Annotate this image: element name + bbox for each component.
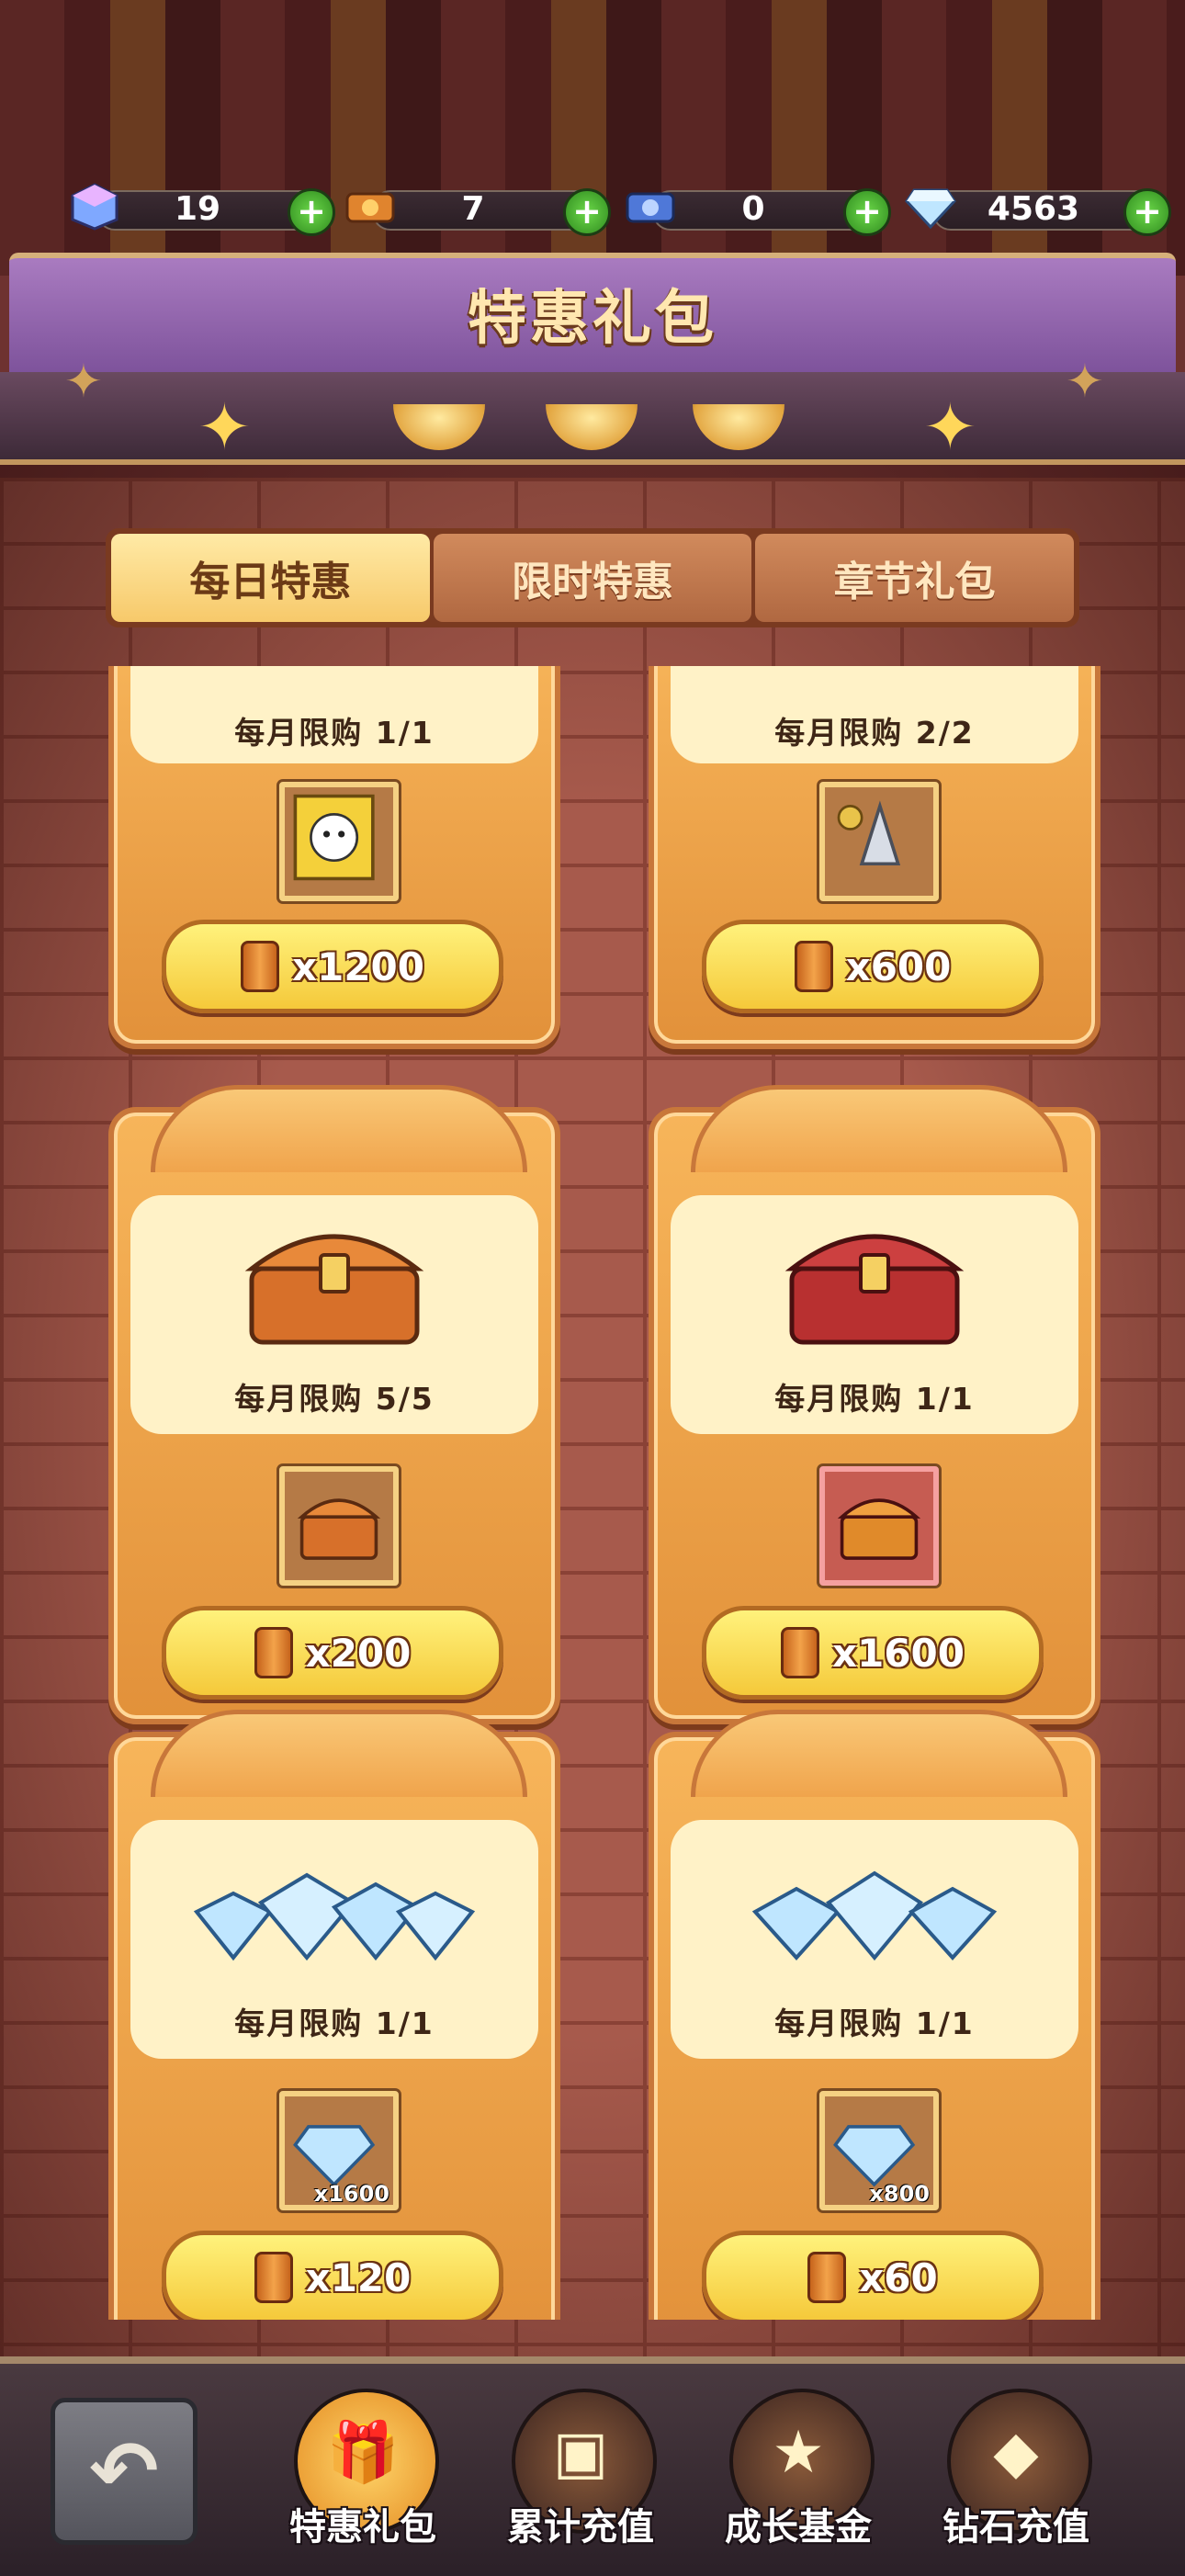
star-decoration-icon: ✦ (64, 355, 103, 408)
reward-slot[interactable]: x1600 (279, 2091, 399, 2210)
currency-bar: 19 + 7 + 0 + 4563 + (0, 179, 1185, 253)
card-crest (151, 1710, 527, 1797)
star-decoration-icon: ✦ (923, 390, 977, 465)
tab-chapter-packs[interactable]: 章节礼包 (755, 534, 1075, 622)
card-crest (691, 1710, 1067, 1797)
buy-button[interactable]: x200 (162, 1606, 503, 1700)
red-chest-icon (837, 1498, 921, 1560)
currency-value: 7 (461, 190, 485, 228)
offer-card: 每月限购 1/1 x1600 x120 (108, 1710, 560, 2320)
nav-label: 成长基金 (725, 2506, 872, 2548)
star-decoration-icon: ✦ (1066, 355, 1104, 408)
slot-quantity: x1600 (313, 2181, 389, 2207)
back-arrow-icon: ↶ (89, 2423, 159, 2520)
price-label: x1600 (832, 1630, 965, 1676)
page-title: 特惠礼包 (468, 285, 717, 353)
orange-chest-icon (297, 1498, 381, 1560)
offer-card: 每月限购 1/1 x1600 (649, 1085, 1100, 1724)
diamond-cart-icon: ◆ (993, 2419, 1039, 2487)
purchase-limit: 每月限购 1/1 (234, 715, 434, 751)
orange-chest-icon (244, 1234, 424, 1345)
ticket-icon (345, 192, 395, 223)
energy-can-icon (254, 1627, 293, 1678)
card-crest (151, 1085, 527, 1172)
offer-card: 每月限购 1/1 x1200 (108, 666, 560, 1049)
currency-blue-ticket: 0 + (625, 179, 891, 236)
red-chest-icon (784, 1234, 965, 1345)
slot-quantity: x800 (869, 2181, 930, 2207)
energy-can-icon (254, 2252, 293, 2303)
reward-slot[interactable] (279, 782, 399, 901)
star-decoration-icon: ✦ (198, 390, 252, 465)
offer-grid: 每月限购 1/1 x1200 每月限购 2/2 x600 每月限购 5/5 x2… (0, 666, 1185, 2320)
price-label: x600 (845, 943, 952, 989)
add-diamond-button[interactable]: + (1123, 188, 1171, 236)
energy-can-icon (794, 941, 833, 992)
tab-daily-deals[interactable]: 每日特惠 (111, 534, 430, 622)
cube-gem-icon (71, 183, 118, 231)
purchase-limit: 每月限购 1/1 (774, 2005, 975, 2041)
price-label: x120 (305, 2254, 412, 2300)
nav-label: 钻石充值 (942, 2506, 1089, 2548)
reward-slot[interactable] (279, 1466, 399, 1586)
currency-value: 19 (174, 190, 221, 228)
blue-ticket-icon (626, 192, 675, 223)
energy-can-icon (807, 2252, 847, 2303)
nav-label: 累计充值 (507, 2506, 654, 2548)
currency-diamond: 4563 + (905, 179, 1171, 236)
diamond-icon (905, 188, 956, 230)
gift-box-icon: 🎁 (326, 2419, 400, 2487)
tab-limited-deals[interactable]: 限时特惠 (433, 534, 752, 622)
currency-value: 0 (741, 190, 765, 228)
reward-slot[interactable] (819, 782, 939, 901)
offer-card: 每月限购 5/5 x200 (108, 1085, 560, 1724)
drill-part-icon (837, 800, 901, 866)
back-button[interactable]: ↶ (51, 2398, 198, 2545)
purchase-limit: 每月限购 5/5 (234, 1381, 434, 1417)
currency-value: 4563 (987, 190, 1080, 228)
nav-special-packs[interactable]: 🎁 特惠礼包 (276, 2389, 450, 2569)
add-cube-button[interactable]: + (288, 188, 335, 236)
nav-label: 特惠礼包 (289, 2506, 436, 2548)
tab-bar: 每日特惠 限时特惠 章节礼包 (106, 528, 1079, 627)
buy-button[interactable]: x1200 (162, 920, 503, 1013)
offer-card: 每月限购 2/2 x600 (649, 666, 1100, 1049)
buy-button[interactable]: x120 (162, 2231, 503, 2320)
price-label: x1200 (292, 943, 424, 989)
nav-growth-fund[interactable]: ★ 成长基金 (711, 2389, 886, 2569)
price-label: x200 (305, 1630, 412, 1676)
nav-diamond-recharge[interactable]: ◆ 钻石充值 (929, 2389, 1103, 2569)
buy-button[interactable]: x60 (702, 2231, 1044, 2320)
purchase-limit: 每月限购 1/1 (234, 2005, 434, 2041)
diamond-pile-icon (751, 1870, 998, 1961)
purchase-limit: 每月限购 1/1 (774, 1381, 975, 1417)
offer-card: 每月限购 1/1 x800 x60 (649, 1710, 1100, 2320)
price-label: x60 (859, 2254, 938, 2300)
buy-button[interactable]: x1600 (702, 1606, 1044, 1700)
star-badge-icon: ★ (772, 2419, 825, 2487)
treasure-chest-icon: ▣ (552, 2419, 609, 2487)
card-crest (691, 1085, 1067, 1172)
hero-card-icon (293, 794, 375, 881)
currency-cube: 19 + (69, 179, 335, 236)
add-ticket-button[interactable]: + (563, 188, 611, 236)
energy-can-icon (781, 1627, 819, 1678)
purchase-limit: 每月限购 2/2 (774, 715, 975, 751)
buy-button[interactable]: x600 (702, 920, 1044, 1013)
diamond-pile-icon (193, 1872, 476, 1961)
nav-accumulated-recharge[interactable]: ▣ 累计充值 (493, 2389, 668, 2569)
energy-can-icon (241, 941, 279, 992)
reward-slot[interactable]: x800 (819, 2091, 939, 2210)
reward-slot[interactable] (819, 1466, 939, 1586)
add-blue-ticket-button[interactable]: + (843, 188, 891, 236)
currency-ticket: 7 + (344, 179, 611, 236)
